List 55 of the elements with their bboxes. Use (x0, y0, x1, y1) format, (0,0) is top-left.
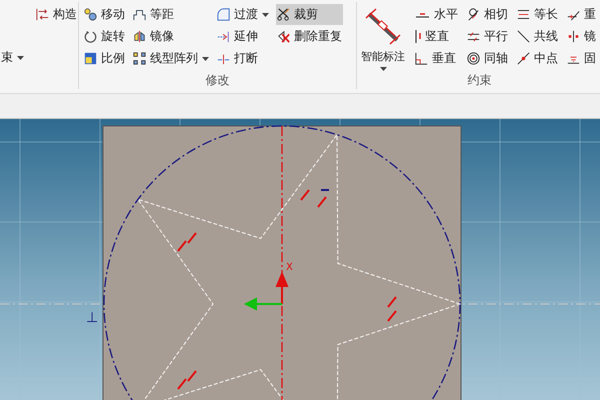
drawing-canvas[interactable]: X ⊥ (0, 119, 600, 400)
dimension-icon (363, 8, 403, 46)
vertical-icon (415, 30, 421, 43)
tool-button[interactable]: 镜 (566, 26, 597, 47)
right-angle-icon (415, 52, 428, 65)
tool-button[interactable]: 线型阵列 (132, 48, 210, 69)
horizontal-icon (415, 12, 430, 18)
break-icon (217, 52, 230, 65)
offset-icon (133, 8, 146, 21)
tool-button[interactable]: 垂直 (414, 48, 459, 69)
tool-button[interactable]: 旋转 (83, 26, 126, 47)
tool-button[interactable]: 等长 (516, 4, 559, 25)
coincident-icon (567, 8, 580, 21)
tool-button[interactable]: 竖直 (414, 26, 459, 47)
mirror-icon (133, 30, 146, 43)
tool-button[interactable]: 移动 (83, 4, 126, 25)
tool-button[interactable]: 打断 (216, 48, 270, 69)
delete-icon (277, 30, 290, 43)
equal-icon (517, 8, 530, 21)
tool-button[interactable]: 删除重复 (276, 26, 343, 47)
concentric-icon (467, 52, 480, 65)
symmetric-icon (567, 30, 580, 43)
tool-button[interactable]: 相切 (466, 4, 509, 25)
square-icon (84, 52, 97, 65)
tangent-icon (467, 8, 480, 21)
tool-button[interactable]: 比例 (83, 48, 126, 69)
arc-corner-icon (217, 8, 230, 21)
construct-icon (36, 8, 49, 21)
tool-button[interactable]: 镜像 (132, 26, 210, 47)
tool-button[interactable]: 中点 (516, 48, 559, 69)
tool-button[interactable]: 同轴 (466, 48, 509, 69)
tool-button[interactable]: 重 (566, 4, 597, 25)
tool-button[interactable]: 等距 (132, 4, 210, 25)
group-label: 约束 (466, 72, 492, 89)
diagonal-line-icon (517, 30, 530, 43)
tool-button[interactable]: 平行 (466, 26, 509, 47)
tool-button[interactable]: 裁剪 (276, 4, 343, 25)
extend-icon (217, 30, 230, 43)
tool-button[interactable]: 过渡 (216, 4, 270, 25)
tool-button[interactable]: 构造 (35, 4, 78, 25)
tool-button[interactable]: 束 (0, 47, 25, 68)
tool-button[interactable]: 共线 (516, 26, 559, 47)
circles-icon (84, 8, 97, 21)
dots-grid-icon (133, 52, 146, 65)
tool-button[interactable]: 延伸 (216, 26, 270, 47)
smart-dimension-button[interactable]: 智能标注 (359, 4, 407, 71)
scissors-icon (277, 8, 290, 21)
tool-button[interactable]: 水平 (414, 4, 459, 25)
rotate-icon (84, 30, 97, 43)
constraint-symbol: ⊥ (86, 310, 98, 326)
group-label: 修改 (204, 72, 230, 89)
tool-button[interactable]: 固 (566, 48, 597, 69)
midpoint-icon (517, 52, 530, 65)
axis-label: X (286, 262, 293, 273)
parallel-icon (467, 30, 480, 43)
